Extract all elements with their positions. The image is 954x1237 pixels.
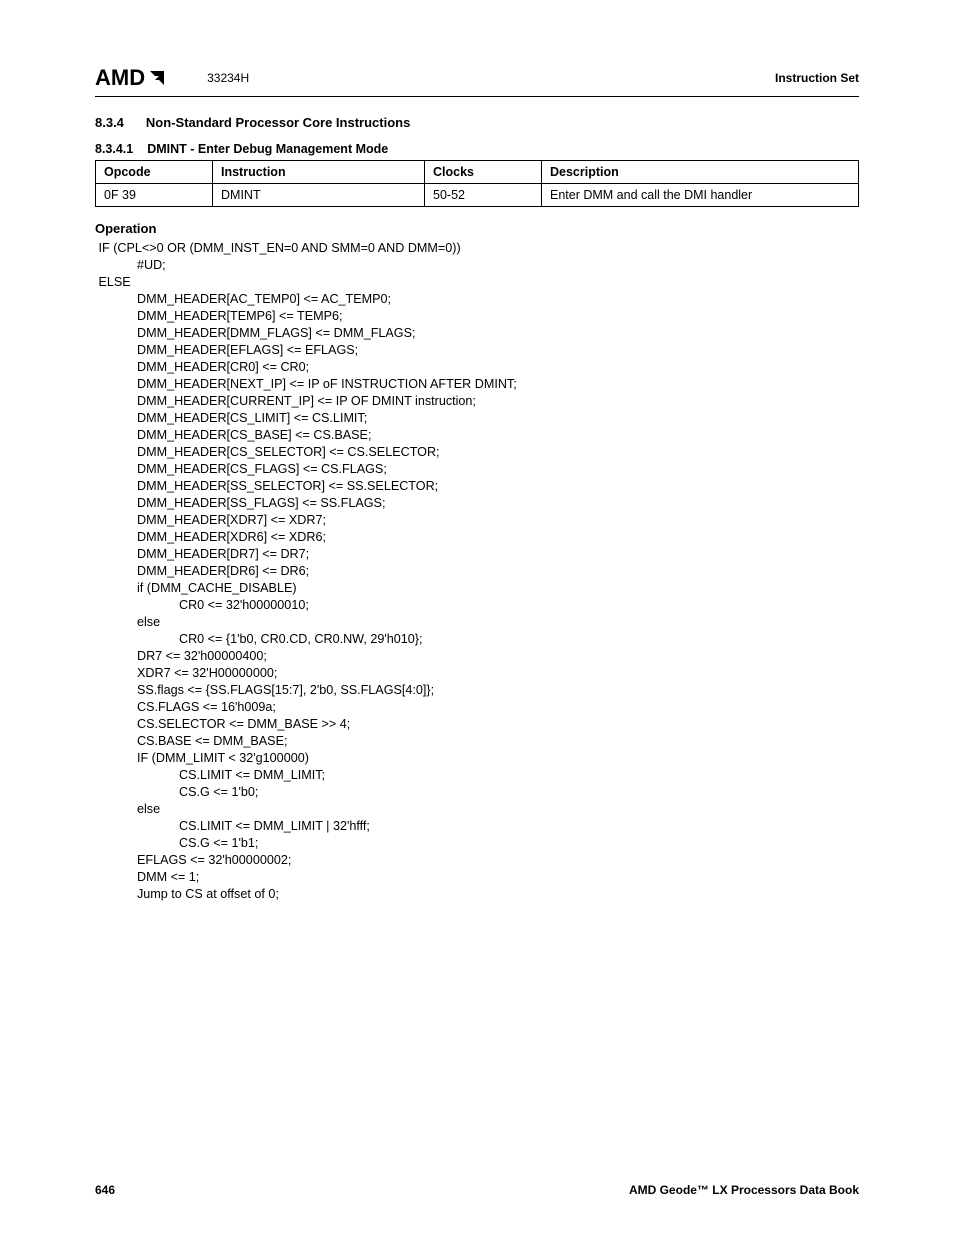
section-heading: 8.3.4 Non-Standard Processor Core Instru…	[95, 115, 859, 130]
operation-code: IF (CPL<>0 OR (DMM_INST_EN=0 AND SMM=0 A…	[95, 240, 859, 903]
section-title: Non-Standard Processor Core Instructions	[146, 115, 410, 130]
operation-label: Operation	[95, 221, 859, 236]
amd-logo: AMD	[95, 65, 167, 91]
td-description: Enter DMM and call the DMI handler	[542, 184, 859, 207]
td-clocks: 50-52	[425, 184, 542, 207]
table-header-row: Opcode Instruction Clocks Description	[96, 161, 859, 184]
section-number: 8.3.4	[95, 115, 124, 130]
td-instruction: DMINT	[213, 184, 425, 207]
th-clocks: Clocks	[425, 161, 542, 184]
td-opcode: 0F 39	[96, 184, 213, 207]
th-description: Description	[542, 161, 859, 184]
instruction-table: Opcode Instruction Clocks Description 0F…	[95, 160, 859, 207]
table-row: 0F 39 DMINT 50-52 Enter DMM and call the…	[96, 184, 859, 207]
page-header: AMD 33234H Instruction Set	[95, 65, 859, 97]
subsection-heading: 8.3.4.1 DMINT - Enter Debug Management M…	[95, 142, 859, 156]
book-title: AMD Geode™ LX Processors Data Book	[629, 1183, 859, 1197]
th-instruction: Instruction	[213, 161, 425, 184]
amd-arrow-icon	[147, 68, 167, 88]
doc-number: 33234H	[207, 71, 249, 85]
subsection-number: 8.3.4.1	[95, 142, 133, 156]
subsection-title: DMINT - Enter Debug Management Mode	[147, 142, 388, 156]
page-footer: 646 AMD Geode™ LX Processors Data Book	[95, 1183, 859, 1197]
th-opcode: Opcode	[96, 161, 213, 184]
page-number: 646	[95, 1183, 115, 1197]
logo-text: AMD	[95, 65, 145, 91]
header-right: Instruction Set	[775, 71, 859, 85]
